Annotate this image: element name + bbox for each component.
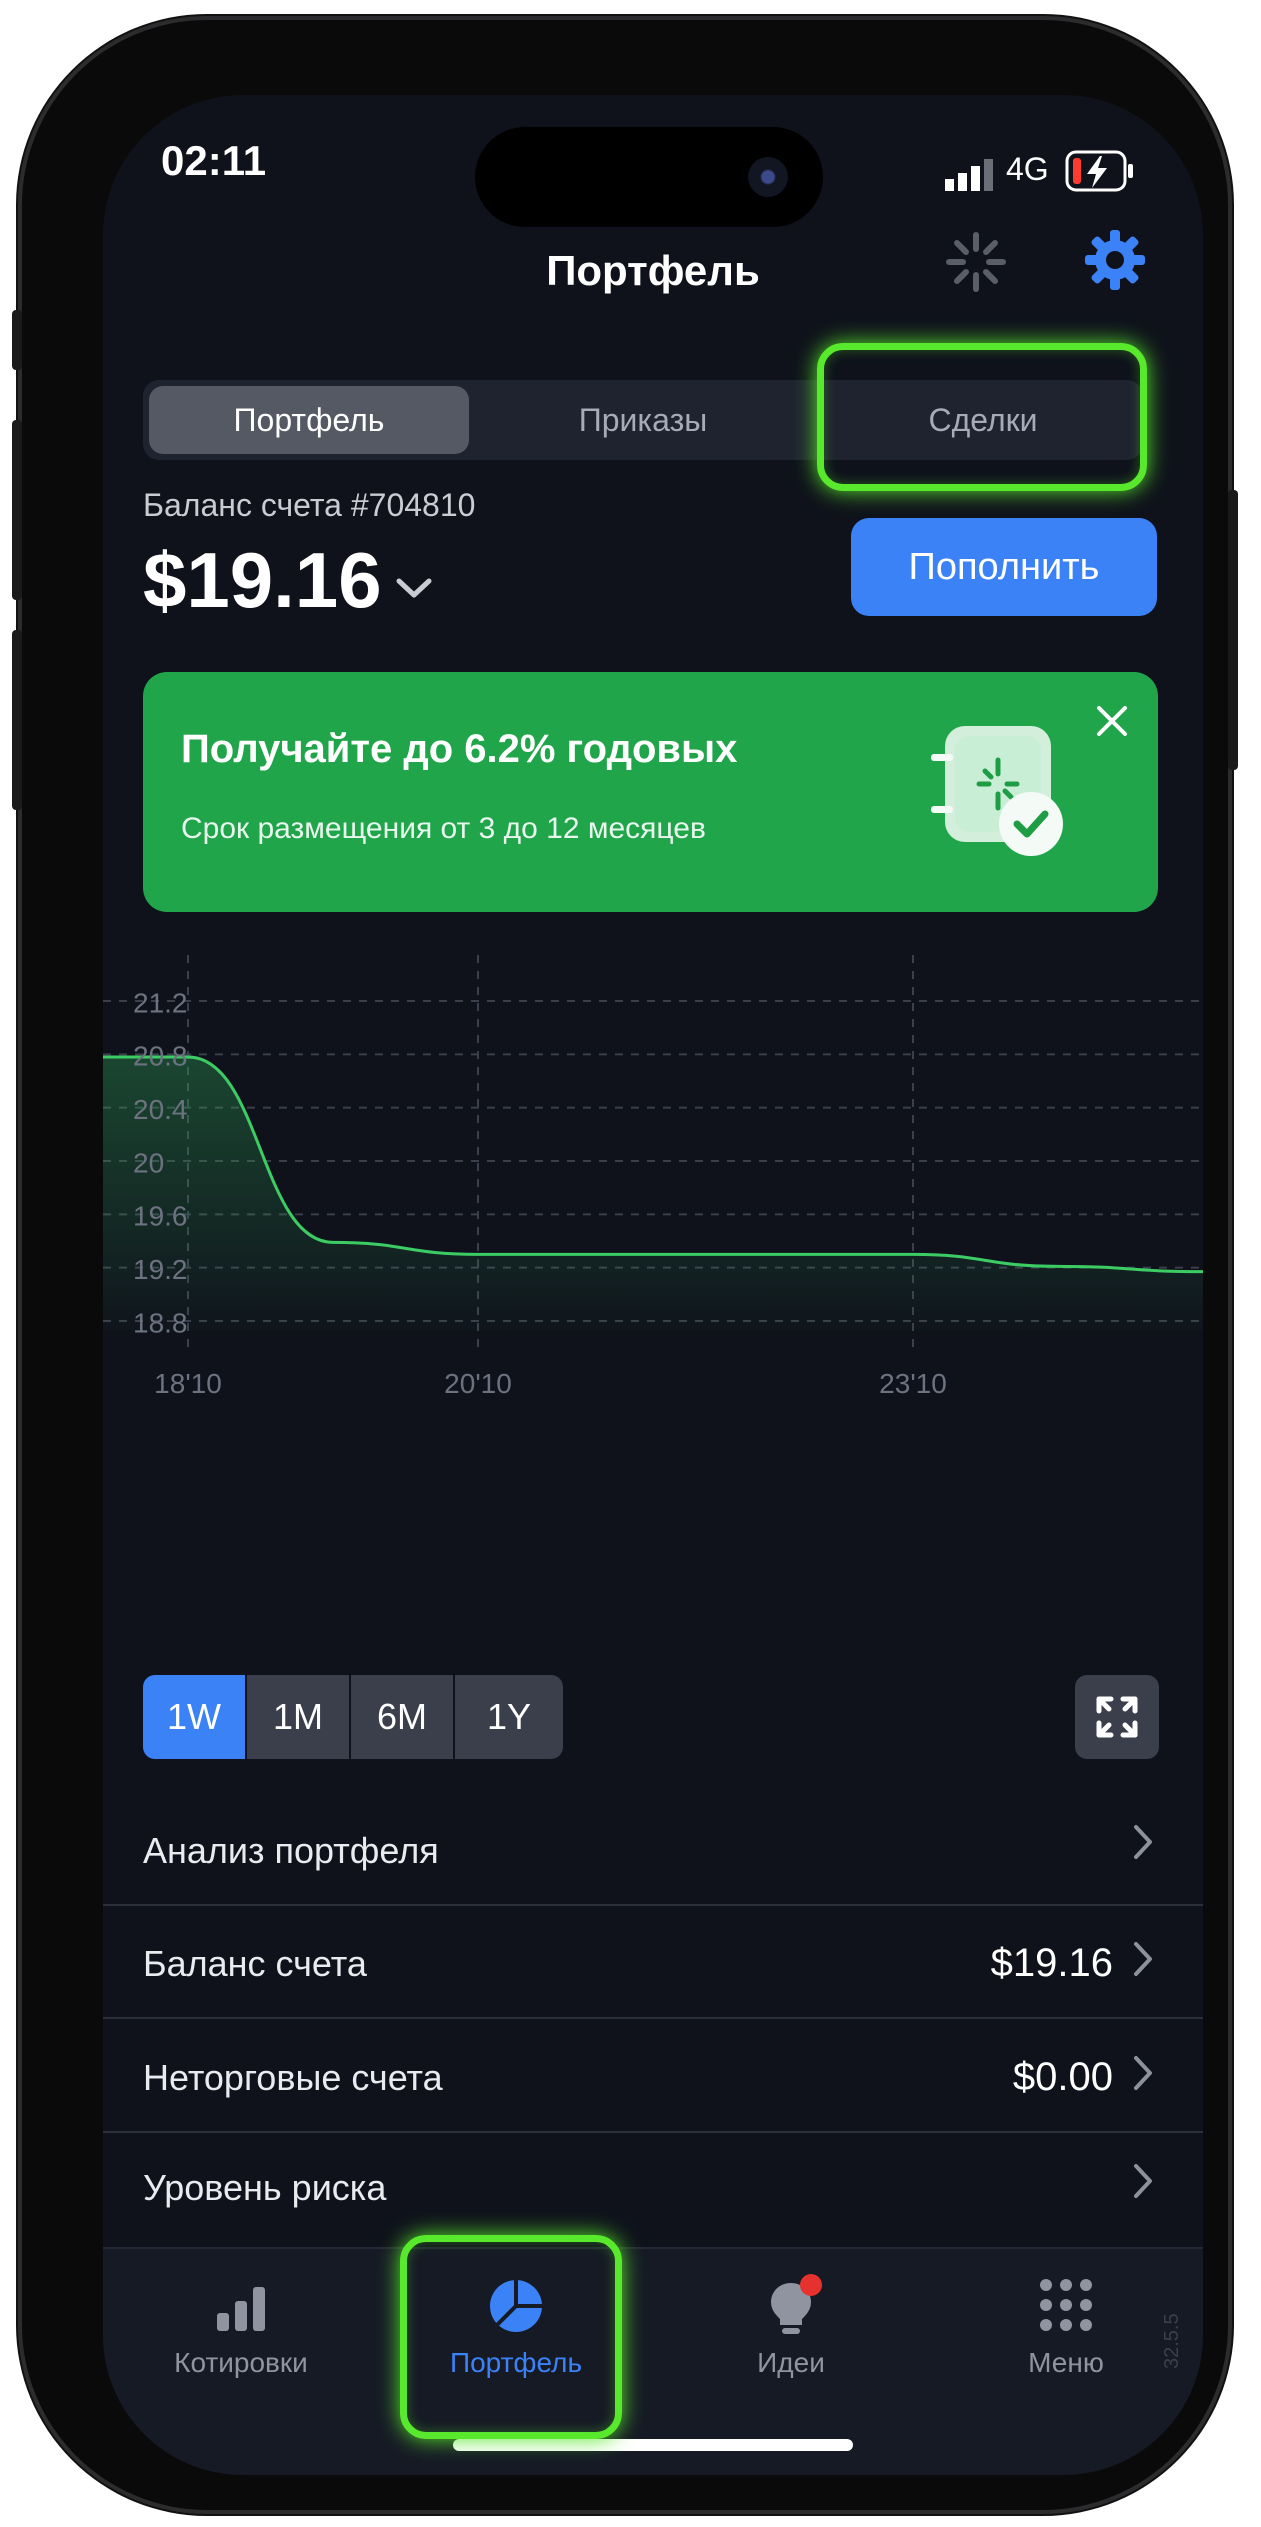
y-tick-label: 20.8 [133,1041,188,1072]
battery-icon [1065,150,1135,199]
nav-label: Идеи [757,2347,825,2378]
fullscreen-button[interactable] [1075,1675,1159,1759]
tab-portfolio[interactable]: Портфель [149,386,469,454]
nav-quotes[interactable]: Котировки [103,2249,378,2449]
row-label: Анализ портфеля [143,1830,439,1871]
row-risk-level[interactable]: Уровень риска [103,2133,1203,2245]
page-title: Портфель [546,247,760,294]
y-tick-label: 19.6 [133,1201,188,1232]
status-time: 02:11 [161,137,267,184]
power-button [1228,490,1238,770]
row-value: $0.00 [1012,2055,1113,2099]
mute-switch [12,310,22,370]
y-tick-label: 18.8 [133,1307,188,1338]
phone-frame: 02:11 4G Портфель Портфель Приказы Сделк… [12,20,1238,2510]
y-tick-label: 20.4 [133,1094,188,1125]
row-label: Баланс счета [143,1943,367,1984]
row-value: $19.16 [990,1941,1113,1985]
x-tick-label: 20'10 [444,1368,512,1399]
deals-tab-highlight [817,343,1147,491]
grid-menu-icon [1040,2279,1092,2331]
bottom-nav: Котировки Портфель Идеи Меню 32.5.5 [103,2247,1203,2475]
deposit-button[interactable]: Пополнить [851,518,1157,616]
network-label: 4G [1006,151,1049,187]
chevron-right-icon [1133,1941,1153,1987]
close-icon[interactable] [1095,704,1129,743]
range-selector: 1W 1M 6M 1Y [143,1675,563,1759]
chevron-down-icon[interactable] [395,577,433,606]
range-1w-button[interactable]: 1W [143,1675,245,1759]
row-non-trading-accounts[interactable]: Неторговые счета $0.00 [103,2019,1203,2133]
x-tick-label: 18'10 [154,1368,222,1399]
expand-icon [1096,1696,1138,1738]
chevron-right-icon [1133,2163,1153,2209]
volume-up-button [12,420,22,600]
home-indicator [453,2439,853,2451]
chart-area-fill [103,1057,1203,1331]
nav-label: Меню [1028,2347,1104,2378]
volume-down-button [12,630,22,810]
range-1y-button[interactable]: 1Y [455,1675,563,1759]
loading-spinner-icon [941,227,1011,302]
tab-orders[interactable]: Приказы [478,380,808,460]
signal-icon [945,157,997,196]
y-tick-label: 19.2 [133,1254,188,1285]
row-label: Неторговые счета [143,2057,443,2098]
app-screen: 02:11 4G Портфель Портфель Приказы Сделк… [103,95,1203,2475]
balance-label: Баланс счета #704810 [143,487,476,523]
promo-banner[interactable]: Получайте до 6.2% годовых Срок размещени… [143,672,1158,912]
chevron-right-icon [1133,2055,1153,2101]
gear-icon[interactable] [1083,228,1147,297]
row-label: Уровень риска [143,2167,387,2208]
portfolio-nav-highlight [400,2235,622,2439]
y-tick-label: 21.2 [133,987,188,1018]
promo-subtitle: Срок размещения от 3 до 12 месяцев [181,812,706,845]
nav-ideas[interactable]: Идеи [653,2249,928,2449]
x-tick-label: 23'10 [879,1368,947,1399]
nav-label: Котировки [174,2347,308,2378]
deposit-safe-icon [923,718,1073,873]
row-account-balance[interactable]: Баланс счета $19.16 [103,1905,1203,2019]
portfolio-chart[interactable]: 21.2 20.8 20.4 20 19.6 19.2 18.8 18'10 20'10 23'… [103,955,1203,1495]
chevron-right-icon [1133,1824,1153,1870]
balance-value[interactable]: $19.16 [143,535,382,626]
range-6m-button[interactable]: 6M [351,1675,453,1759]
camera [748,157,788,197]
app-version: 32.5.5 [1161,2313,1183,2369]
promo-title: Получайте до 6.2% годовых [181,727,738,771]
lightbulb-icon [771,2274,822,2334]
row-portfolio-analysis[interactable]: Анализ портфеля [103,1792,1203,1906]
bar-chart-icon [217,2287,265,2331]
range-1m-button[interactable]: 1M [247,1675,349,1759]
y-tick-label: 20 [133,1147,164,1178]
